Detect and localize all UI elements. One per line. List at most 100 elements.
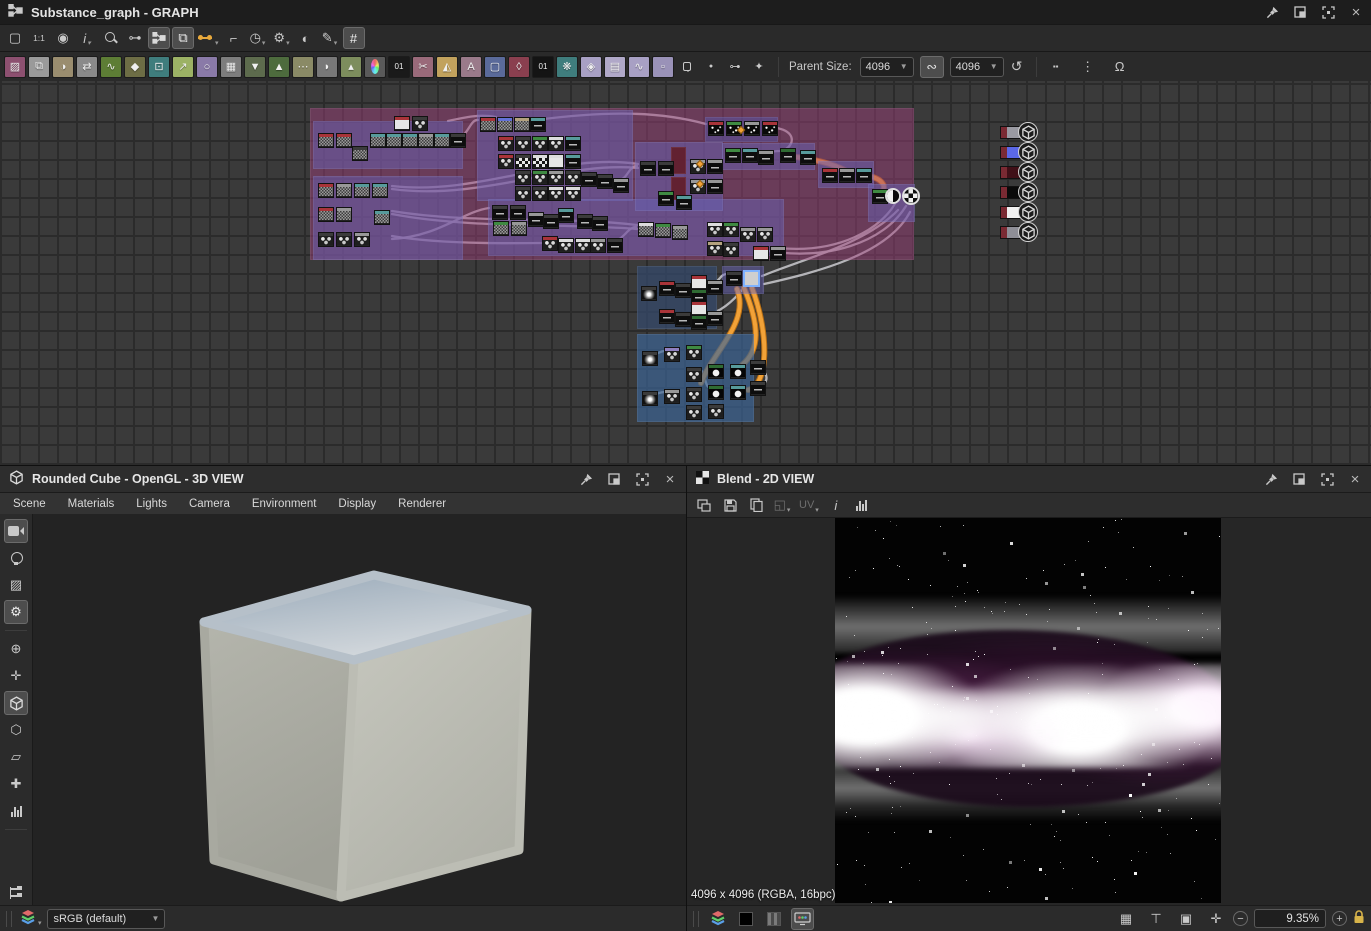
palette-bit-depth-icon[interactable]: 01	[532, 56, 554, 78]
gizmo-button[interactable]: ✛	[4, 664, 28, 688]
palette-curve-editor-icon[interactable]: ∿	[628, 56, 650, 78]
output-node[interactable]	[1000, 204, 1038, 220]
menu-lights[interactable]: Lights	[125, 498, 178, 510]
graph-node[interactable]	[770, 246, 786, 261]
graph-node[interactable]	[418, 133, 434, 148]
graph-node[interactable]	[707, 179, 723, 194]
graph-node[interactable]	[336, 232, 352, 247]
graph-node[interactable]	[753, 246, 769, 261]
graph-node[interactable]	[757, 227, 773, 242]
graph-node[interactable]	[374, 210, 390, 225]
graph-node[interactable]	[515, 170, 531, 185]
graph-node[interactable]	[691, 275, 707, 290]
palette-pin-node-icon[interactable]: ✦	[748, 56, 770, 78]
graph-node[interactable]	[498, 154, 514, 169]
ruler-button[interactable]: ⊤	[1145, 908, 1167, 930]
graph-node[interactable]	[707, 311, 723, 326]
graph-node[interactable]	[726, 271, 742, 286]
paste-image-button[interactable]	[745, 494, 767, 516]
search-button[interactable]	[100, 27, 122, 49]
graph-node[interactable]	[548, 136, 564, 151]
connection-style-button[interactable]: ▾	[196, 27, 221, 49]
render-stats-button[interactable]	[4, 799, 28, 823]
palette-bezier-curve-icon[interactable]: ✂	[412, 56, 434, 78]
screenshot-button[interactable]: ◉	[52, 27, 74, 49]
palette-square-shape-icon[interactable]: ▫	[652, 56, 674, 78]
dock-icon[interactable]	[1293, 5, 1307, 19]
graph-node[interactable]	[542, 236, 558, 251]
solo-view-button[interactable]: ◐	[295, 27, 317, 49]
menu-camera[interactable]: Camera	[178, 498, 241, 510]
graph-node[interactable]	[532, 136, 548, 151]
graph-node[interactable]	[686, 367, 702, 382]
graph-node[interactable]	[492, 205, 508, 220]
graph-node[interactable]	[780, 148, 796, 163]
distribute-horizontal-button[interactable]: ▪▪	[1045, 56, 1067, 78]
pin-icon[interactable]	[1264, 472, 1278, 486]
palette-histogram-scan-icon[interactable]: ▴	[340, 56, 362, 78]
graph-node[interactable]	[707, 222, 723, 237]
palette-gradient-map-icon[interactable]: ▲	[268, 56, 290, 78]
graph-node[interactable]	[672, 225, 688, 240]
graph-node[interactable]	[707, 159, 723, 174]
graph-node[interactable]	[511, 221, 527, 236]
display-filter-button[interactable]	[791, 908, 814, 930]
camera-button[interactable]	[4, 519, 28, 543]
maximize-icon[interactable]	[1320, 472, 1334, 486]
graph-node[interactable]	[607, 238, 623, 253]
graph-node[interactable]	[402, 133, 418, 148]
graph-node[interactable]	[658, 191, 674, 206]
colorspace-layers-button[interactable]	[707, 908, 729, 930]
palette-text-icon[interactable]: A	[460, 56, 482, 78]
graph-node[interactable]	[354, 232, 370, 247]
mesh-cube-button[interactable]	[4, 691, 28, 715]
pan-button[interactable]: ✛	[1205, 908, 1227, 930]
size-reset-icon[interactable]: ↺	[1006, 56, 1028, 78]
graph-node[interactable]	[638, 222, 654, 237]
graph-node[interactable]	[613, 178, 629, 193]
graph-node[interactable]	[664, 389, 680, 404]
graph-node[interactable]	[493, 221, 509, 236]
zoom-level-field[interactable]: 9.35%	[1254, 909, 1326, 928]
palette-curve-icon[interactable]: ∿	[100, 56, 122, 78]
histogram-button[interactable]	[851, 494, 873, 516]
palette-comment-icon[interactable]	[676, 56, 698, 78]
parent-size-height-dropdown[interactable]: 4096▼	[950, 57, 1004, 77]
maximize-icon[interactable]	[1321, 5, 1335, 19]
graph-node[interactable]	[565, 170, 581, 185]
graph-node[interactable]	[708, 404, 724, 419]
palette-bitmap-icon[interactable]: ▨	[4, 56, 26, 78]
graph-node[interactable]	[318, 207, 334, 222]
graph-node[interactable]	[597, 174, 613, 189]
palette-shape-icon[interactable]: ○	[196, 56, 218, 78]
palette-sphere-icon[interactable]: ◗	[316, 56, 338, 78]
graph-node[interactable]	[352, 146, 368, 161]
palette-svg-icon[interactable]: ◈	[580, 56, 602, 78]
graph-node[interactable]	[412, 116, 428, 131]
graph-node[interactable]	[707, 280, 723, 295]
view2d-canvas[interactable]: 4096 x 4096 (RGBA, 16bpc)	[687, 518, 1371, 905]
graph-node[interactable]	[515, 186, 531, 201]
graph-node[interactable]	[336, 183, 352, 198]
graph-node[interactable]	[565, 154, 581, 169]
graph-node[interactable]	[318, 232, 334, 247]
graph-node-selected[interactable]	[743, 270, 760, 287]
graph-node[interactable]	[318, 133, 334, 148]
graph-node[interactable]	[856, 168, 872, 183]
snap-magnet-button[interactable]: Ω	[1109, 56, 1131, 78]
colorspace-dropdown[interactable]: sRGB (default)▼	[47, 909, 165, 929]
graph-node[interactable]	[676, 195, 692, 210]
palette-dot-node-icon[interactable]: ●	[700, 56, 722, 78]
menu-scene[interactable]: Scene	[2, 498, 57, 510]
graph-node[interactable]	[640, 161, 656, 176]
palette-gradient-linear-icon[interactable]: ▤	[604, 56, 626, 78]
close-icon[interactable]: ×	[663, 472, 677, 486]
menu-environment[interactable]: Environment	[241, 498, 328, 510]
colorspace-layers-icon[interactable]: ▾	[20, 910, 41, 928]
zoom-lock-icon[interactable]	[1353, 910, 1365, 927]
menu-renderer[interactable]: Renderer	[387, 498, 457, 510]
close-icon[interactable]: ×	[1348, 472, 1362, 486]
output-node[interactable]	[1000, 224, 1038, 240]
turntable-button[interactable]: ✚	[4, 772, 28, 796]
graph-node[interactable]	[318, 183, 334, 198]
